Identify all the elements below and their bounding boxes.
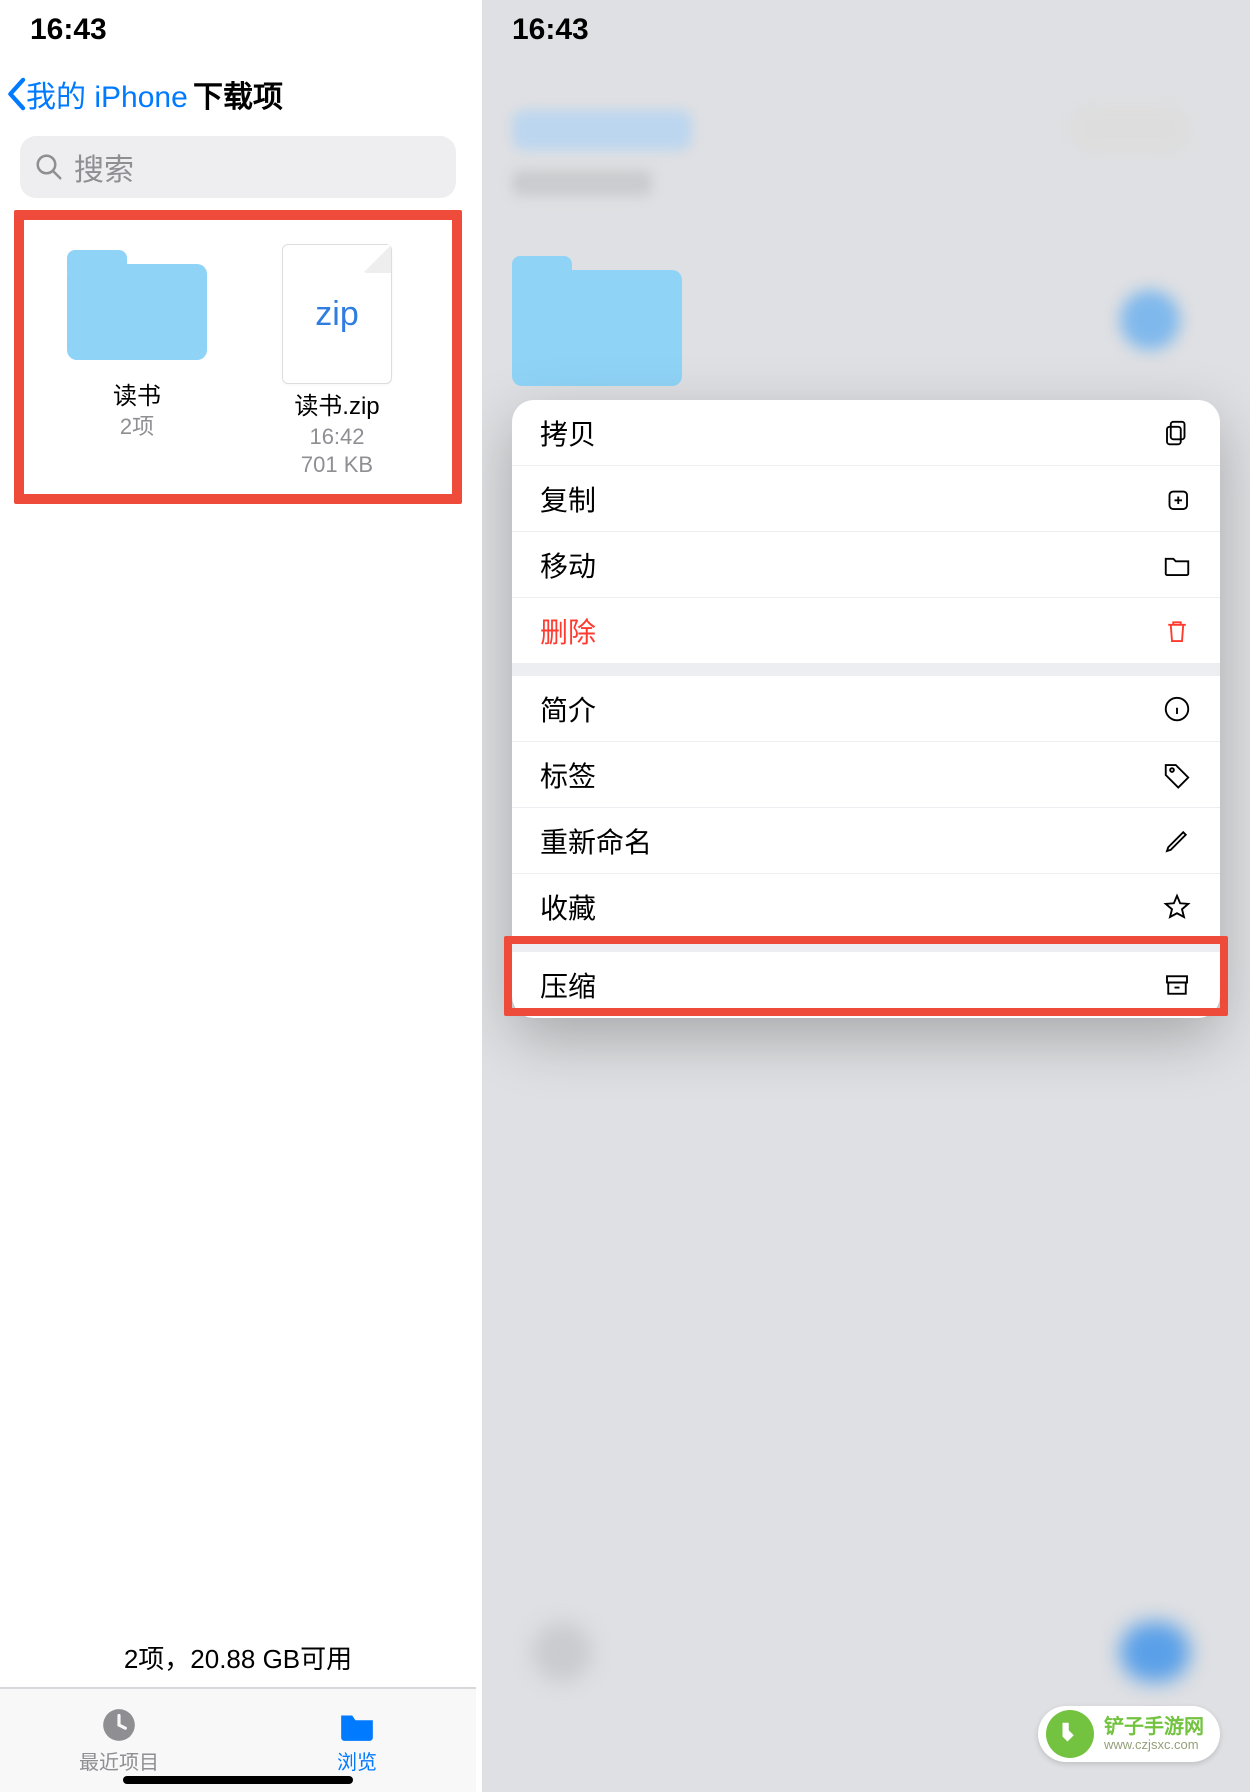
storage-summary: 2项，20.88 GB可用 bbox=[0, 1639, 476, 1676]
right-screenshot: 16:43 拷贝 复制 移动 删除 简介 bbox=[482, 0, 1250, 1792]
context-menu: 拷贝 复制 移动 删除 简介 标签 bbox=[512, 400, 1220, 1018]
menu-copy[interactable]: 拷贝 bbox=[512, 400, 1220, 466]
menu-delete[interactable]: 删除 bbox=[512, 598, 1220, 664]
file-grid: 读书 2项 zip 读书.zip 16:42 701 KB bbox=[32, 244, 444, 478]
search-icon bbox=[34, 152, 64, 182]
left-screenshot: 16:43 我的 iPhone 下载项 搜索 读书 2项 bbox=[0, 0, 476, 1792]
menu-label: 删除 bbox=[540, 611, 596, 651]
status-time: 16:43 bbox=[30, 13, 107, 47]
menu-separator bbox=[512, 940, 1220, 952]
item-name: 读书 bbox=[113, 376, 161, 411]
pencil-icon bbox=[1162, 826, 1192, 856]
clock-icon bbox=[99, 1706, 139, 1744]
menu-move[interactable]: 移动 bbox=[512, 532, 1220, 598]
menu-rename[interactable]: 重新命名 bbox=[512, 808, 1220, 874]
menu-label: 简介 bbox=[540, 689, 596, 729]
menu-label: 重新命名 bbox=[540, 821, 652, 861]
watermark-url: www.czjsxc.com bbox=[1104, 1738, 1204, 1752]
folder-icon bbox=[337, 1706, 377, 1744]
search-input[interactable]: 搜索 bbox=[20, 136, 456, 198]
nav-bar: 我的 iPhone 下载项 bbox=[0, 60, 476, 128]
menu-label: 收藏 bbox=[540, 887, 596, 927]
zip-label: zip bbox=[315, 295, 358, 334]
shovel-icon bbox=[1055, 1719, 1085, 1749]
search-placeholder: 搜索 bbox=[74, 145, 134, 189]
watermark-title: 铲子手游网 bbox=[1104, 1716, 1204, 1738]
item-meta: 16:42 701 KB bbox=[301, 423, 373, 478]
watermark-logo bbox=[1046, 1710, 1094, 1758]
menu-label: 移动 bbox=[540, 545, 596, 585]
tag-icon bbox=[1162, 760, 1192, 790]
tab-label: 浏览 bbox=[337, 1746, 377, 1775]
page-title: 下载项 bbox=[0, 72, 476, 116]
star-icon bbox=[1162, 892, 1192, 922]
item-name: 读书.zip bbox=[294, 386, 379, 421]
home-indicator[interactable] bbox=[123, 1776, 353, 1784]
zip-file-icon: zip bbox=[282, 244, 392, 384]
menu-separator bbox=[512, 664, 1220, 676]
status-bar: 16:43 bbox=[0, 0, 476, 60]
menu-info[interactable]: 简介 bbox=[512, 676, 1220, 742]
status-time: 16:43 bbox=[512, 13, 589, 47]
duplicate-icon bbox=[1162, 484, 1192, 514]
menu-duplicate[interactable]: 复制 bbox=[512, 466, 1220, 532]
menu-label: 标签 bbox=[540, 755, 596, 795]
menu-compress[interactable]: 压缩 bbox=[512, 952, 1220, 1018]
selected-folder-preview bbox=[512, 250, 682, 400]
info-icon bbox=[1162, 694, 1192, 724]
file-item[interactable]: zip 读书.zip 16:42 701 KB bbox=[252, 244, 422, 478]
menu-label: 拷贝 bbox=[540, 413, 596, 453]
menu-label: 复制 bbox=[540, 479, 596, 519]
copy-icon bbox=[1162, 418, 1192, 448]
trash-icon bbox=[1162, 616, 1192, 646]
tab-label: 最近项目 bbox=[79, 1746, 159, 1775]
item-meta: 2项 bbox=[120, 413, 154, 441]
menu-label: 压缩 bbox=[540, 965, 596, 1005]
folder-move-icon bbox=[1162, 550, 1192, 580]
menu-tags[interactable]: 标签 bbox=[512, 742, 1220, 808]
folder-icon bbox=[67, 250, 207, 360]
menu-favorite[interactable]: 收藏 bbox=[512, 874, 1220, 940]
watermark: 铲子手游网 www.czjsxc.com bbox=[1038, 1706, 1220, 1762]
highlight-box-left: 读书 2项 zip 读书.zip 16:42 701 KB bbox=[14, 210, 462, 504]
folder-item[interactable]: 读书 2项 bbox=[52, 244, 222, 478]
archive-icon bbox=[1162, 970, 1192, 1000]
status-bar: 16:43 bbox=[482, 0, 1250, 60]
